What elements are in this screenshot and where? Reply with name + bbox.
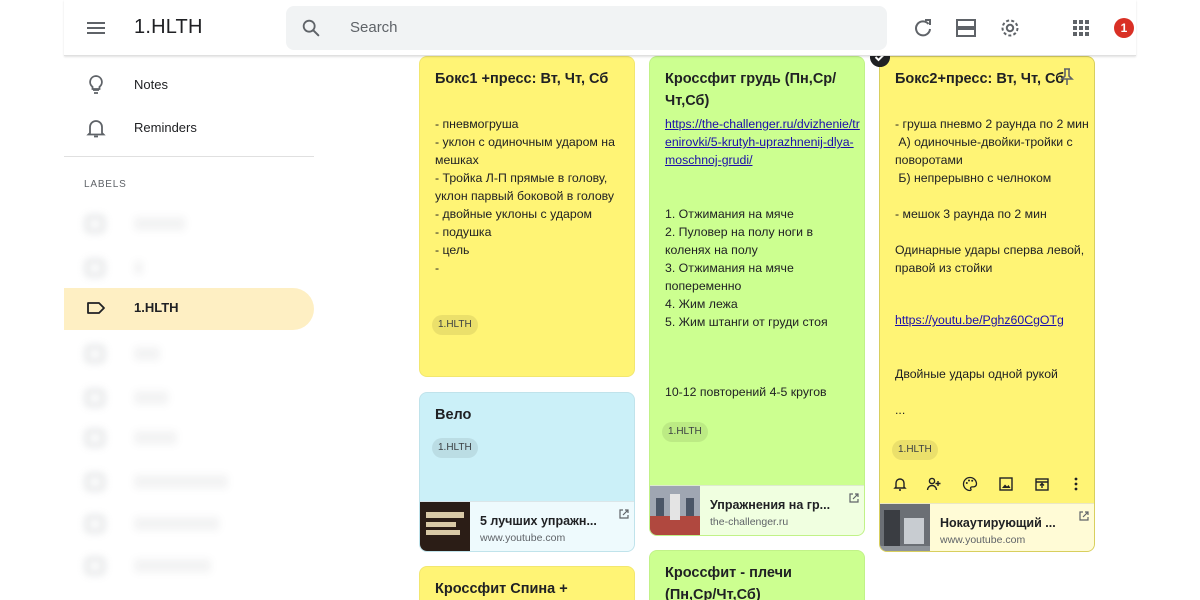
sidebar-item-blurred[interactable]: ░░░░ (64, 378, 304, 418)
add-image-icon[interactable] (998, 476, 1014, 492)
note-card[interactable]: Кроссфит - плечи (Пн,Ср/Чт,Сб) (649, 550, 865, 600)
main-menu-icon[interactable] (84, 16, 108, 40)
sidebar-divider (64, 156, 314, 157)
link-domain: the-challenger.ru (710, 516, 789, 528)
page-title: 1.HLTH (134, 16, 203, 38)
sidebar: Notes Reminders LABELS ░░░░░░ ░ 1.HLTH ░… (64, 56, 324, 600)
notification-badge[interactable]: 1 (1114, 18, 1134, 38)
apps-grid-icon[interactable] (1069, 16, 1093, 40)
note-body: - пневмогруша - уклон с одиночным ударом… (435, 117, 615, 275)
list-view-icon[interactable] (954, 16, 978, 40)
keep-app: 1.HLTH Search 1 Notes Reminders LABELS ░… (0, 0, 1200, 600)
top-bar: 1.HLTH Search 1 (64, 0, 1136, 56)
sidebar-item-blurred[interactable]: ░░░░░░░░░░ (64, 504, 304, 544)
open-external-icon[interactable] (848, 492, 860, 504)
sidebar-item-blurred[interactable]: ░░░░░░░░░░░ (64, 462, 304, 502)
archive-icon[interactable] (1034, 476, 1050, 492)
note-card[interactable]: Кроссфит грудь (Пн,Ср/Чт,Сб) https://the… (649, 56, 865, 536)
sidebar-item-label-1hlth[interactable]: 1.HLTH (64, 288, 314, 330)
link-title: Нокаутирующий ... (940, 516, 1056, 530)
link-title: Упражнения на гр... (710, 498, 831, 512)
note-footer-text: 10-12 повторений 4-5 кругов (665, 385, 827, 399)
sidebar-item-blurred[interactable]: ░░░░░░ (64, 204, 304, 244)
note-card[interactable]: Бокс2+пресс: Вт, Чт, Сб - груша пневмо 2… (879, 56, 1095, 552)
search-bar[interactable]: Search (286, 6, 887, 50)
open-external-icon[interactable] (618, 508, 630, 520)
more-options-icon[interactable] (1068, 476, 1084, 492)
note-body: 1. Отжимания на мяче 2. Пуловер на полу … (665, 207, 828, 329)
sidebar-item-blurred[interactable]: ░ (64, 248, 304, 288)
sidebar-item-label: Notes (134, 77, 168, 92)
note-body: - груша пневмо 2 раунда по 2 мин А) один… (895, 117, 1089, 275)
note-label-chip[interactable]: 1.HLTH (662, 422, 708, 442)
note-title: Вело (435, 407, 472, 423)
note-card[interactable]: Кроссфит Спина + (419, 566, 635, 600)
link-title: 5 лучших упражн... (480, 514, 597, 528)
note-label-chip[interactable]: 1.HLTH (432, 438, 478, 458)
link-thumbnail (880, 504, 930, 551)
settings-gear-icon[interactable] (998, 16, 1022, 40)
note-card[interactable]: Бокс1 +пресс: Вт, Чт, Сб - пневмогруша -… (419, 56, 635, 377)
background-options-icon[interactable] (962, 476, 978, 492)
note-title: Кроссфит - плечи (Пн,Ср/Чт,Сб) (665, 565, 792, 600)
link-thumbnail (420, 502, 470, 551)
remind-me-icon[interactable] (892, 476, 908, 492)
note-label-chip[interactable]: 1.HLTH (432, 315, 478, 335)
note-url-link[interactable]: https://the-challenger.ru/dvizhenie/tren… (665, 117, 860, 167)
note-toolbar (884, 470, 1090, 500)
open-external-icon[interactable] (1078, 510, 1090, 522)
note-label-chip[interactable]: 1.HLTH (892, 440, 938, 460)
sidebar-item-label: 1.HLTH (134, 300, 179, 315)
labels-heading: LABELS (84, 179, 127, 190)
note-card[interactable]: Вело 1.HLTH 5 лучших упражн... www.youtu… (419, 392, 635, 552)
sidebar-item-blurred[interactable]: ░░░░░ (64, 418, 304, 458)
label-tag-icon (87, 302, 105, 314)
note-url-link[interactable]: https://youtu.be/Pghz60CgOTg (895, 313, 1064, 327)
sidebar-item-label: Reminders (134, 120, 197, 135)
sidebar-item-blurred[interactable]: ░░░░░░░░░ (64, 546, 304, 586)
sidebar-item-notes[interactable]: Notes (64, 65, 314, 105)
link-preview[interactable]: Нокаутирующий ... www.youtube.com (880, 503, 1094, 551)
bell-icon (86, 120, 106, 138)
link-domain: www.youtube.com (480, 532, 566, 544)
search-icon[interactable] (300, 17, 322, 39)
sidebar-item-blurred[interactable]: ░░░ (64, 334, 304, 374)
lightbulb-icon (89, 75, 103, 94)
link-preview[interactable]: 5 лучших упражн... www.youtube.com (420, 501, 634, 551)
note-title: Бокс1 +пресс: Вт, Чт, Сб (435, 71, 609, 87)
collaborator-icon[interactable] (926, 476, 942, 492)
note-body-continued: Двойные удары одной рукой ... (895, 367, 1058, 417)
search-input[interactable]: Search (350, 19, 398, 36)
sidebar-item-reminders[interactable]: Reminders (64, 108, 314, 148)
note-link-text[interactable]: https://the-challenger.ru/dvizhenie/tren… (665, 115, 861, 169)
refresh-icon[interactable] (911, 16, 935, 40)
note-title: Кроссфит грудь (Пн,Ср/Чт,Сб) (665, 71, 837, 109)
link-preview[interactable]: Упражнения на гр... the-challenger.ru (650, 485, 864, 535)
link-thumbnail (650, 486, 700, 535)
note-title: Кроссфит Спина + (435, 581, 568, 597)
note-link-text[interactable]: https://youtu.be/Pghz60CgOTg (895, 311, 1091, 329)
link-domain: www.youtube.com (940, 534, 1026, 546)
pin-icon[interactable] (1058, 67, 1076, 87)
note-title: Бокс2+пресс: Вт, Чт, Сб (895, 71, 1065, 87)
